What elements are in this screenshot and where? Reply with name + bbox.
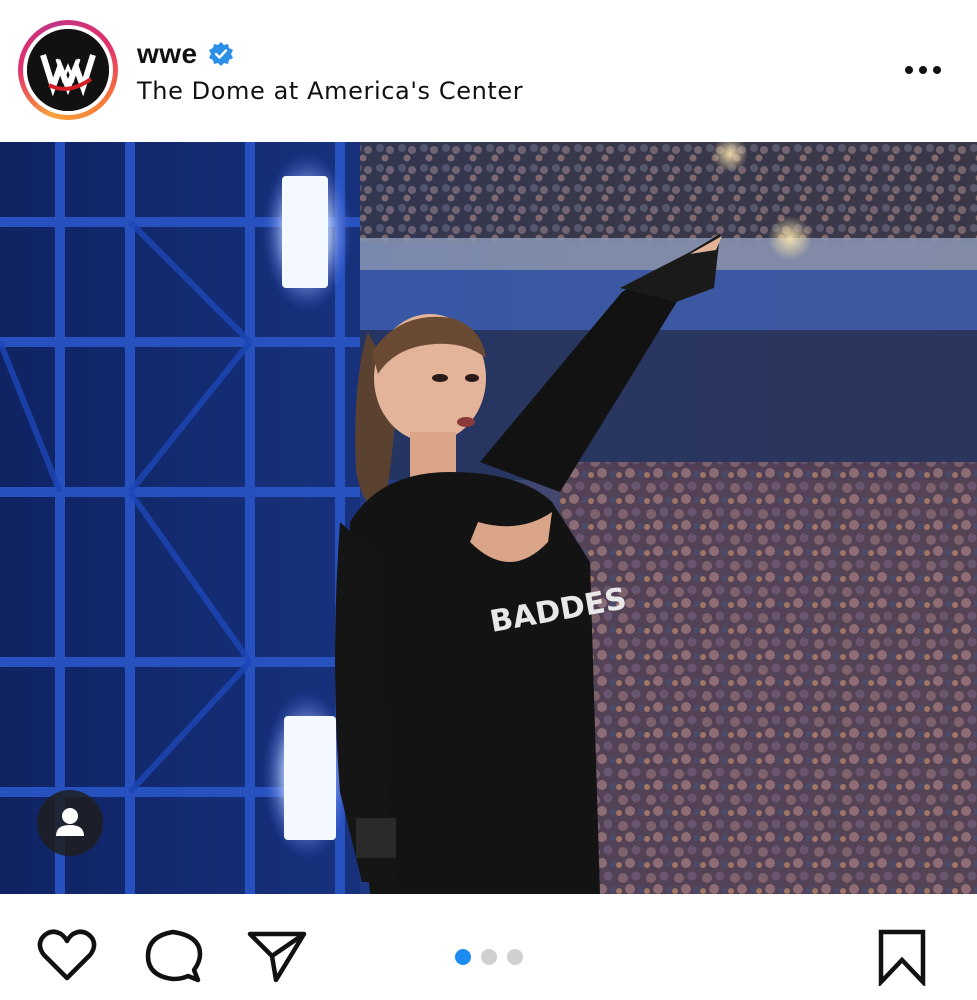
post-header: wwe The Dome at America's Center <box>0 0 977 140</box>
paper-plane-icon[interactable] <box>246 928 308 984</box>
carousel-indicator <box>455 949 523 965</box>
story-ring[interactable] <box>18 20 118 120</box>
carousel-dot <box>455 949 471 965</box>
post-photo[interactable]: BADDES <box>0 142 977 894</box>
username[interactable]: wwe <box>137 38 198 70</box>
more-horizontal-icon[interactable] <box>903 58 943 82</box>
post-actions <box>0 894 977 1000</box>
carousel-dot <box>507 949 523 965</box>
carousel-dot <box>481 949 497 965</box>
avatar[interactable] <box>27 29 109 111</box>
heart-icon[interactable] <box>36 928 98 984</box>
wwe-logo <box>27 29 109 111</box>
bookmark-icon[interactable] <box>876 928 928 988</box>
user-tag-icon[interactable] <box>37 790 103 856</box>
arena-photo: BADDES <box>0 142 977 894</box>
post-location[interactable]: The Dome at America's Center <box>137 77 523 105</box>
instagram-post: wwe The Dome at America's Center BADDES <box>0 0 977 1000</box>
verified-badge-icon <box>208 41 234 67</box>
comment-icon[interactable] <box>142 926 204 986</box>
